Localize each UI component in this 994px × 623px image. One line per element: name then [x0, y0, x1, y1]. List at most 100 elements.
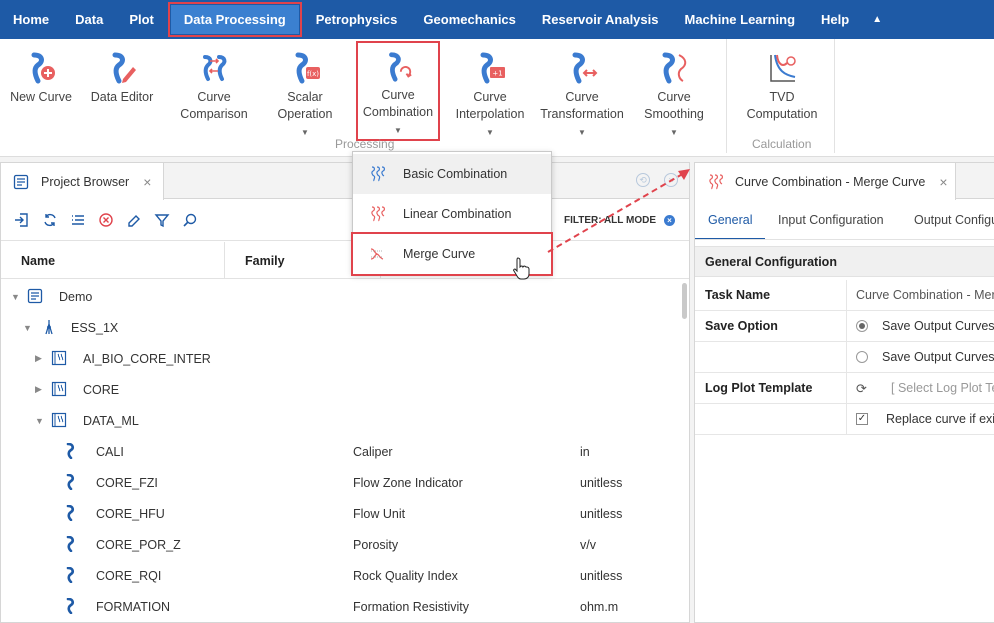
tree-node-label: CORE_POR_Z — [96, 537, 181, 552]
log-plot-template-select[interactable]: [ Select Log Plot Ter — [891, 373, 994, 404]
curve-row[interactable]: CALI Caliper in — [1, 436, 679, 467]
collapse-icon[interactable]: ▼ — [11, 292, 20, 302]
basic-combination-icon — [371, 166, 385, 182]
curve-row[interactable]: CORE_FZI Flow Zone Indicator unitless — [1, 467, 679, 498]
collapse-icon[interactable]: ▼ — [35, 416, 44, 426]
tree-node[interactable]: ▼ ESS_1X — [1, 312, 679, 343]
replace-curve-checkbox[interactable]: ✓ — [856, 413, 868, 425]
curve-smoothing-icon — [662, 52, 687, 84]
subtab-general[interactable]: General — [695, 200, 766, 239]
tvd-computation-button[interactable]: TVD Computation — [742, 51, 822, 123]
document-icon — [13, 174, 29, 189]
curve-transformation-label: Curve Transformation — [540, 90, 624, 121]
tree-node-label: CALI — [96, 444, 124, 459]
dataset-icon — [51, 381, 67, 400]
ribbon-divider — [726, 39, 727, 153]
linear-combination-label: Linear Combination — [403, 207, 512, 221]
menu-help[interactable]: Help — [808, 0, 862, 39]
curve-interpolation-button[interactable]: +1 Curve Interpolation ▼ — [452, 51, 528, 141]
tree-node-label: FORMATION — [96, 599, 171, 614]
project-tree: ▼ Demo ▼ ESS_1X ▶ AI_BIO_CORE_INTER ▶ CORE ▼ DATA… — [1, 281, 679, 623]
menu-home[interactable]: Home — [0, 0, 62, 39]
chevron-down-icon: ▼ — [301, 128, 309, 137]
close-icon[interactable]: × — [939, 174, 947, 190]
curve-row[interactable]: CORE_POR_Z Porosity v/v — [1, 529, 679, 560]
ribbon-divider — [834, 39, 835, 153]
search-icon[interactable] — [181, 211, 199, 229]
tree-node[interactable]: ▼ Demo — [1, 281, 679, 312]
tree-node-label: DATA_ML — [83, 413, 139, 428]
save-option-1-label: Save Output Curves a — [882, 319, 994, 333]
scalar-operation-button[interactable]: f(x) Scalar Operation ▼ — [270, 51, 340, 141]
save-option-radio-1[interactable] — [856, 320, 868, 332]
svg-text:f(x): f(x) — [307, 70, 319, 78]
expand-icon[interactable]: ▶ — [35, 353, 42, 364]
annotation-arrow — [547, 169, 690, 253]
curve-unit: unitless — [580, 568, 623, 583]
general-configuration-header: General Configuration — [695, 246, 994, 277]
dataset-icon — [51, 412, 67, 431]
field-divider — [846, 311, 847, 342]
dataset-icon — [51, 350, 67, 369]
curve-comparison-icon — [203, 55, 227, 81]
tvd-computation-icon — [770, 54, 796, 82]
eraser-icon[interactable] — [125, 211, 143, 229]
curve-interpolation-label: Curve Interpolation — [455, 90, 525, 121]
menu-petrophysics[interactable]: Petrophysics — [303, 0, 411, 39]
tab-project-browser[interactable]: Project Browser × — [1, 163, 164, 200]
curve-comparison-button[interactable]: Curve Comparison — [176, 51, 252, 123]
menu-item-linear-combination[interactable]: Linear Combination — [353, 194, 551, 234]
chevron-down-icon: ▼ — [394, 126, 402, 135]
tree-scrollbar[interactable] — [682, 283, 687, 319]
data-editor-button[interactable]: Data Editor — [88, 51, 156, 106]
curve-unit: unitless — [580, 506, 623, 521]
close-icon[interactable]: × — [143, 174, 151, 190]
new-curve-button[interactable]: New Curve — [10, 51, 72, 106]
save-option-2-label: Save Output Curves O — [882, 350, 994, 364]
tree-node[interactable]: ▼ DATA_ML — [1, 405, 679, 436]
curve-row[interactable]: CORE_RQI Rock Quality Index unitless — [1, 560, 679, 591]
delete-icon[interactable] — [97, 211, 115, 229]
collapse-icon[interactable]: ▼ — [23, 323, 32, 333]
tree-node[interactable]: ▶ AI_BIO_CORE_INTER — [1, 343, 679, 374]
curve-row[interactable]: FORMATION Formation Resistivity ohm.m — [1, 591, 679, 622]
menu-machine-learning[interactable]: Machine Learning — [672, 0, 809, 39]
new-curve-label: New Curve — [10, 90, 72, 104]
task-name-input[interactable]: Curve Combination - Merg — [856, 280, 994, 311]
import-icon[interactable] — [13, 211, 31, 229]
curve-combination-icon — [389, 52, 412, 82]
scalar-operation-icon: f(x) — [295, 52, 320, 84]
menu-plot[interactable]: Plot — [116, 0, 167, 39]
curve-combination-icon — [709, 173, 723, 189]
curve-row[interactable]: CORE_HFU Flow Unit unitless — [1, 498, 679, 529]
merge-curve-panel: Curve Combination - Merge Curve × Genera… — [694, 162, 994, 623]
refresh-icon[interactable] — [41, 211, 59, 229]
collapse-ribbon-icon[interactable]: ▲ — [862, 14, 892, 25]
merge-curve-icon — [370, 248, 384, 260]
subtab-input-configuration[interactable]: Input Configuration — [778, 200, 884, 239]
column-header-name[interactable]: Name — [1, 242, 225, 279]
menu-geomechanics[interactable]: Geomechanics — [410, 0, 529, 39]
menu-data[interactable]: Data — [62, 0, 116, 39]
curve-smoothing-button[interactable]: Curve Smoothing ▼ — [638, 51, 710, 141]
chevron-down-icon: ▼ — [578, 128, 586, 137]
save-option-row-2: Save Output Curves O — [695, 342, 994, 373]
filter-icon[interactable] — [153, 211, 171, 229]
tree-node[interactable]: ▶ CORE — [1, 374, 679, 405]
save-option-radio-2[interactable] — [856, 351, 868, 363]
menu-data-processing[interactable]: Data Processing — [167, 2, 302, 37]
replace-curve-label: Replace curve if exist — [886, 412, 994, 426]
expand-icon[interactable]: ▶ — [35, 384, 42, 395]
curve-transformation-button[interactable]: Curve Transformation ▼ — [538, 51, 626, 141]
project-icon — [27, 288, 43, 307]
curve-description: Flow Unit — [353, 506, 406, 521]
hand-pointer-icon — [513, 257, 530, 280]
list-icon[interactable] — [69, 211, 87, 229]
curve-combination-button[interactable]: Curve Combination ▼ — [356, 41, 440, 141]
subtab-output-configuration[interactable]: Output Configu — [914, 200, 994, 239]
tab-merge-curve[interactable]: Curve Combination - Merge Curve × — [695, 163, 956, 200]
refresh-icon[interactable]: ⟳ — [856, 373, 867, 404]
curve-description: Flow Zone Indicator — [353, 475, 463, 490]
menu-item-basic-combination[interactable]: Basic Combination — [353, 154, 551, 194]
menu-reservoir-analysis[interactable]: Reservoir Analysis — [529, 0, 672, 39]
